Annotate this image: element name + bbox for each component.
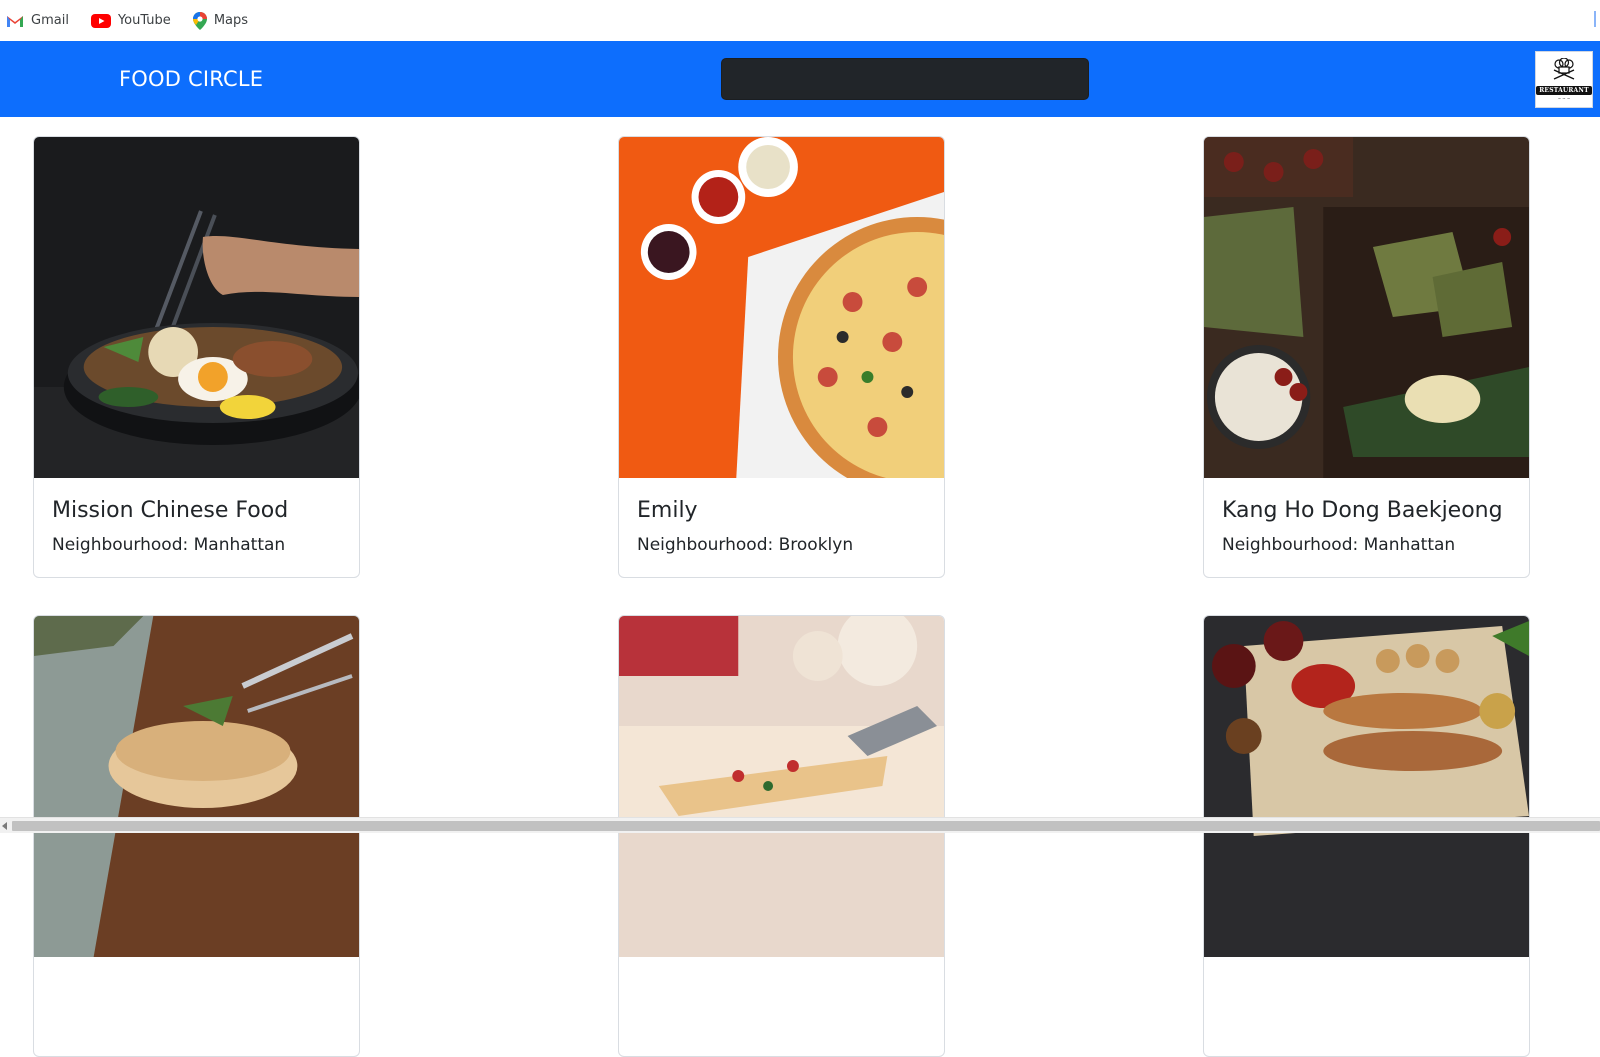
restaurant-card[interactable]: Emily Neighbourhood: Brooklyn	[618, 136, 945, 578]
gmail-icon	[6, 14, 24, 28]
restaurant-logo[interactable]: RESTAURANT ~ ~ ~	[1535, 51, 1593, 108]
restaurant-name: Kang Ho Dong Baekjeong	[1222, 498, 1503, 523]
bookmark-label: Maps	[213, 13, 249, 28]
pizza-photo	[619, 137, 944, 478]
restaurant-card[interactable]	[1203, 615, 1530, 1057]
restaurant-card[interactable]	[618, 615, 945, 1057]
restaurant-card[interactable]: Kang Ho Dong Baekjeong Neighbourhood: Ma…	[1203, 136, 1530, 578]
horizontal-scrollbar[interactable]	[0, 817, 1600, 833]
restaurant-card[interactable]	[33, 615, 360, 1057]
navbar: FOOD CIRCLE RESTAURANT ~ ~ ~	[0, 41, 1600, 117]
restaurant-grid: Mission Chinese Food Neighbourhood: Manh…	[0, 117, 1600, 1057]
search-input[interactable]	[721, 58, 1089, 100]
asian-dumplings-photo	[1204, 137, 1529, 478]
restaurant-neighbourhood: Neighbourhood: Manhattan	[1222, 535, 1456, 555]
logo-tagline: ~ ~ ~	[1557, 96, 1571, 101]
logo-text: RESTAURANT	[1536, 86, 1592, 95]
restaurant-neighbourhood: Neighbourhood: Brooklyn	[637, 535, 854, 555]
ramen-bowl-photo	[34, 137, 359, 478]
restaurant-name: Mission Chinese Food	[52, 498, 289, 523]
chef-hat-icon	[1551, 57, 1577, 85]
bookmark-label: YouTube	[117, 13, 171, 28]
bookmark-youtube[interactable]: YouTube	[90, 13, 171, 28]
restaurant-card[interactable]: Mission Chinese Food Neighbourhood: Manh…	[33, 136, 360, 578]
brand-title[interactable]: FOOD CIRCLE	[119, 67, 263, 91]
scroll-left-arrow-icon[interactable]	[2, 822, 7, 830]
bookmark-label: Gmail	[31, 13, 69, 28]
sandwich-photo	[34, 616, 359, 957]
restaurant-neighbourhood: Neighbourhood: Manhattan	[52, 535, 286, 555]
youtube-icon	[90, 13, 111, 28]
scrollbar-thumb[interactable]	[12, 821, 1600, 831]
maps-icon	[192, 11, 207, 30]
bookmark-gmail[interactable]: Gmail	[6, 13, 69, 28]
bookmarks-edge-indicator	[1594, 11, 1596, 27]
restaurant-name: Emily	[637, 498, 698, 523]
bookmarks-bar: Gmail YouTube Maps	[0, 0, 1600, 41]
grilled-meat-photo	[1204, 616, 1529, 957]
pizza-slice-photo	[619, 616, 944, 957]
bookmark-maps[interactable]: Maps	[192, 11, 249, 30]
